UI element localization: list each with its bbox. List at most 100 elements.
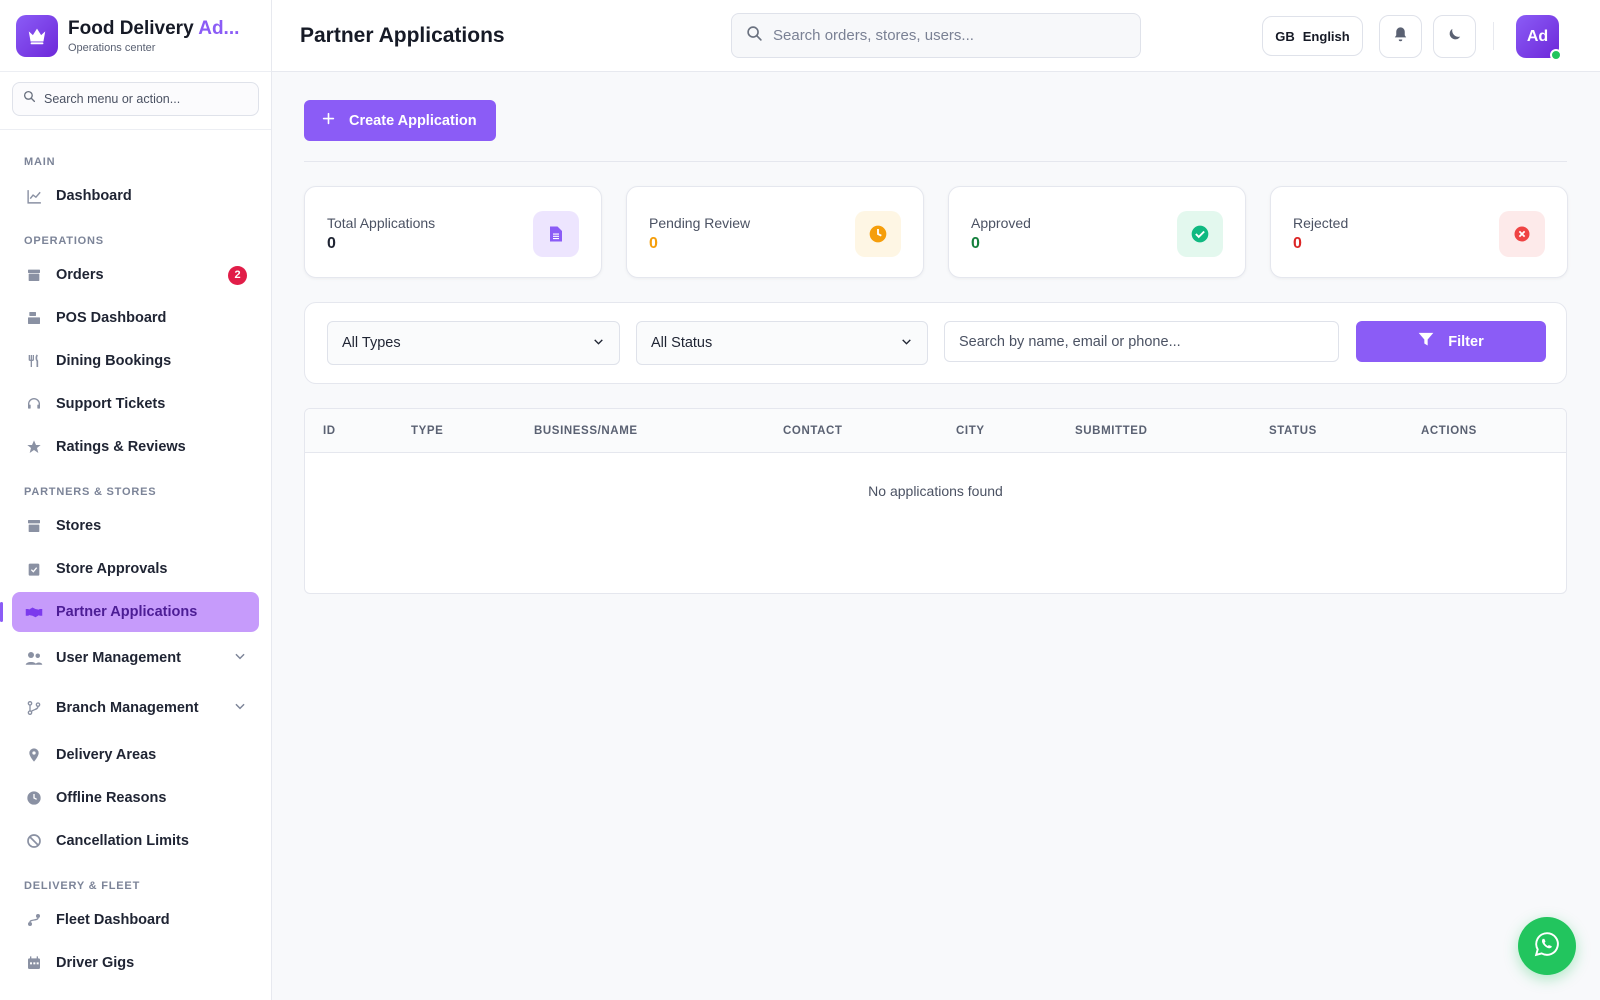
filter-bar: All Types All Status Filter bbox=[304, 302, 1567, 384]
sidebar-item-label: User Management bbox=[56, 650, 181, 666]
search-icon bbox=[746, 25, 763, 47]
user-avatar[interactable]: Ad bbox=[1516, 15, 1562, 61]
sidebar: Food Delivery Ad... Operations center MA… bbox=[0, 0, 272, 1000]
sidebar-item-cancellation-limits[interactable]: Cancellation Limits bbox=[12, 821, 259, 861]
cash-register-icon bbox=[24, 308, 44, 328]
table-header: ID TYPE BUSINESS/NAME CONTACT CITY SUBMI… bbox=[305, 409, 1566, 453]
sidebar-search bbox=[12, 82, 259, 116]
filter-button[interactable]: Filter bbox=[1356, 321, 1546, 362]
nav-section-operations: OPERATIONS bbox=[24, 235, 104, 247]
sidebar-item-user-management[interactable]: User Management bbox=[12, 635, 259, 681]
column-header-id[interactable]: ID bbox=[323, 425, 336, 437]
app-title: Food Delivery Ad... bbox=[68, 17, 240, 39]
column-header-business-name[interactable]: BUSINESS/NAME bbox=[534, 425, 638, 437]
sidebar-nav: MAIN Dashboard OPERATIONS Orders 2 POS D… bbox=[0, 130, 271, 983]
x-circle-icon bbox=[1499, 211, 1545, 257]
sidebar-item-label: Partner Applications bbox=[56, 604, 198, 620]
status-select[interactable]: All Status bbox=[636, 321, 928, 365]
sidebar-item-delivery-areas[interactable]: Delivery Areas bbox=[12, 735, 259, 775]
online-status-dot bbox=[1550, 49, 1562, 61]
headset-icon bbox=[24, 394, 44, 414]
sidebar-item-label: Ratings & Reviews bbox=[56, 439, 186, 455]
stat-label: Approved bbox=[971, 215, 1031, 231]
sidebar-item-store-approvals[interactable]: Store Approvals bbox=[12, 549, 259, 589]
sidebar-item-partner-applications[interactable]: Partner Applications bbox=[0, 592, 259, 632]
column-header-actions: ACTIONS bbox=[1421, 425, 1477, 437]
handshake-icon bbox=[24, 602, 44, 622]
nav-section-main: MAIN bbox=[24, 156, 56, 168]
sidebar-item-label: Support Tickets bbox=[56, 396, 166, 412]
clipboard-check-icon bbox=[24, 559, 44, 579]
clock-icon bbox=[24, 788, 44, 808]
whatsapp-chat-button[interactable] bbox=[1518, 917, 1576, 975]
sidebar-search-input[interactable] bbox=[44, 92, 244, 106]
chart-line-icon bbox=[24, 186, 44, 206]
create-application-label: Create Application bbox=[349, 112, 477, 129]
sidebar-item-label: POS Dashboard bbox=[56, 310, 167, 326]
chevron-down-icon bbox=[233, 649, 247, 667]
sidebar-item-offline-reasons[interactable]: Offline Reasons bbox=[12, 778, 259, 818]
sidebar-item-label: Dashboard bbox=[56, 188, 132, 204]
stat-value: 0 bbox=[1293, 235, 1302, 252]
language-code: GB bbox=[1275, 28, 1295, 44]
crown-icon bbox=[16, 14, 58, 57]
create-application-button[interactable]: Create Application bbox=[304, 100, 496, 141]
moon-icon bbox=[1446, 26, 1463, 48]
sidebar-item-pos-dashboard[interactable]: POS Dashboard bbox=[12, 298, 259, 338]
sidebar-item-fleet-dashboard[interactable]: Fleet Dashboard bbox=[12, 900, 259, 940]
file-icon bbox=[533, 211, 579, 257]
stat-card-approved: Approved 0 bbox=[948, 186, 1246, 278]
empty-state-message: No applications found bbox=[868, 483, 1003, 499]
sidebar-item-label: Stores bbox=[56, 518, 102, 534]
type-select[interactable]: All Types bbox=[327, 321, 620, 365]
section-divider bbox=[304, 161, 1567, 162]
column-header-city[interactable]: CITY bbox=[956, 425, 985, 437]
sidebar-item-branch-management[interactable]: Branch Management bbox=[12, 685, 259, 731]
theme-toggle-button[interactable] bbox=[1433, 15, 1476, 58]
page-title: Partner Applications bbox=[300, 23, 505, 47]
star-icon bbox=[24, 437, 44, 457]
stat-card-rejected: Rejected 0 bbox=[1270, 186, 1568, 278]
sidebar-item-support-tickets[interactable]: Support Tickets bbox=[12, 384, 259, 424]
sidebar-item-stores[interactable]: Stores bbox=[12, 506, 259, 546]
sidebar-item-label: Fleet Dashboard bbox=[56, 912, 170, 928]
header-divider bbox=[1493, 22, 1494, 50]
language-selector[interactable]: GB English bbox=[1262, 16, 1363, 56]
store-icon bbox=[24, 516, 44, 536]
sidebar-item-label: Driver Gigs bbox=[56, 955, 135, 971]
chevron-down-icon bbox=[900, 335, 913, 352]
sidebar-item-label: Cancellation Limits bbox=[56, 833, 189, 849]
active-indicator bbox=[0, 602, 3, 622]
column-header-submitted[interactable]: SUBMITTED bbox=[1075, 425, 1147, 437]
sidebar-item-label: Delivery Areas bbox=[56, 747, 157, 763]
sidebar-item-ratings-reviews[interactable]: Ratings & Reviews bbox=[12, 427, 259, 467]
app-subtitle: Operations center bbox=[68, 41, 156, 54]
route-icon bbox=[24, 910, 44, 930]
top-bar: Partner Applications GB English Ad bbox=[272, 0, 1600, 72]
sidebar-item-label: Dining Bookings bbox=[56, 353, 172, 369]
sidebar-item-dashboard[interactable]: Dashboard bbox=[12, 176, 259, 216]
sidebar-item-orders[interactable]: Orders 2 bbox=[12, 255, 259, 295]
applications-search-input[interactable] bbox=[959, 333, 1319, 350]
global-search-input[interactable] bbox=[773, 27, 1113, 44]
column-header-contact[interactable]: CONTACT bbox=[783, 425, 843, 437]
box-icon bbox=[24, 265, 44, 285]
sidebar-item-label: Branch Management bbox=[56, 700, 199, 716]
users-icon bbox=[24, 648, 44, 668]
sidebar-item-dining-bookings[interactable]: Dining Bookings bbox=[12, 341, 259, 381]
search-icon bbox=[23, 90, 36, 108]
column-header-type[interactable]: TYPE bbox=[411, 425, 443, 437]
language-name: English bbox=[1302, 28, 1350, 44]
stat-label: Rejected bbox=[1293, 215, 1349, 231]
applications-table: ID TYPE BUSINESS/NAME CONTACT CITY SUBMI… bbox=[304, 408, 1567, 594]
check-circle-icon bbox=[1177, 211, 1223, 257]
ban-icon bbox=[24, 831, 44, 851]
stat-value: 0 bbox=[649, 235, 658, 252]
applications-search bbox=[944, 321, 1339, 362]
sidebar-item-driver-gigs[interactable]: Driver Gigs bbox=[12, 943, 259, 983]
sidebar-item-label: Store Approvals bbox=[56, 561, 168, 577]
orders-count-badge: 2 bbox=[228, 265, 247, 285]
main-content: Create Application Total Applications 0 … bbox=[272, 72, 1600, 1000]
notifications-button[interactable] bbox=[1379, 15, 1422, 58]
column-header-status[interactable]: STATUS bbox=[1269, 425, 1317, 437]
